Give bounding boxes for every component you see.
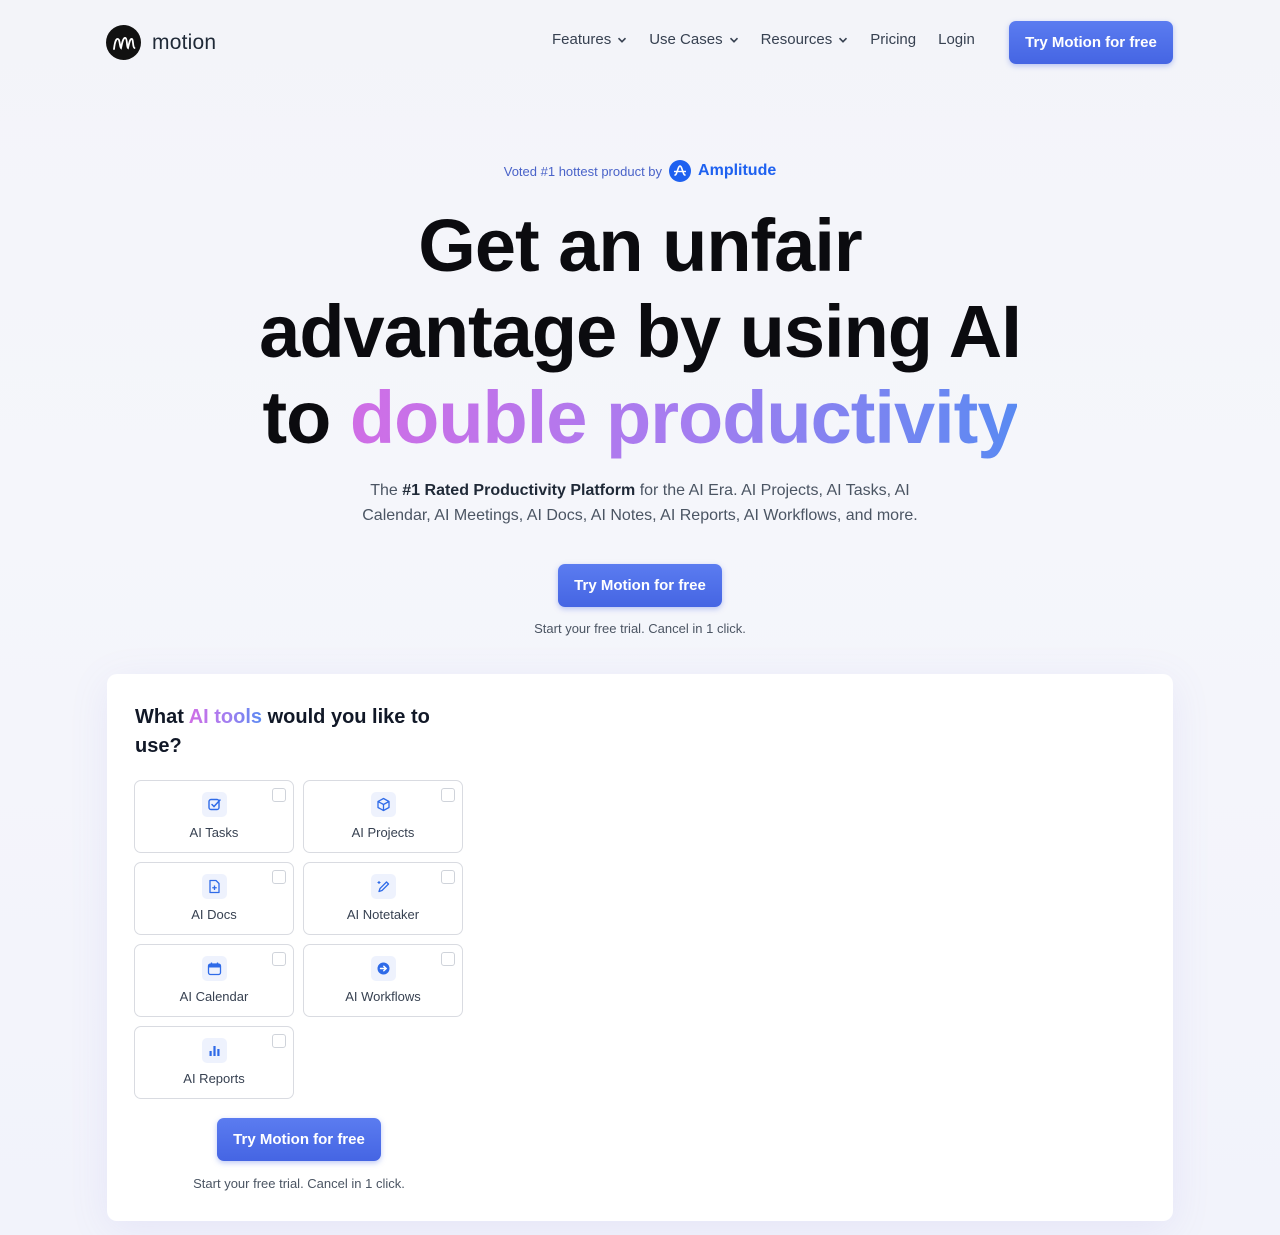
arrow-circle-icon: [371, 956, 396, 981]
tool-option-ai-notetaker[interactable]: AI Notetaker: [303, 862, 463, 935]
chevron-down-icon: [839, 37, 848, 43]
sub-bold: #1 Rated Productivity Platform: [402, 482, 636, 499]
picker-trial-note: Start your free trial. Cancel in 1 click…: [193, 1176, 405, 1191]
picker-title-prefix: What: [135, 706, 184, 728]
brand-logo[interactable]: motion: [106, 25, 216, 60]
nav-try-free-button[interactable]: Try Motion for free: [1009, 21, 1173, 64]
tool-checkbox[interactable]: [272, 1034, 286, 1048]
picker-title: What AI tools would you like to use?: [135, 703, 455, 761]
cube-icon: [371, 792, 396, 817]
sub-prefix: The: [370, 482, 398, 499]
nav-resources[interactable]: Resources: [761, 31, 849, 48]
tool-option-ai-docs[interactable]: AI Docs: [134, 862, 294, 935]
tool-option-ai-reports[interactable]: AI Reports: [134, 1026, 294, 1099]
headline-line-3-prefix: to: [262, 376, 332, 459]
nav-login-label: Login: [938, 31, 975, 48]
sub-rest-line-1: for the AI Era. AI Projects, AI Tasks, A…: [639, 482, 910, 499]
tool-checkbox[interactable]: [272, 870, 286, 884]
tool-option-ai-calendar[interactable]: AI Calendar: [134, 944, 294, 1017]
tool-checkbox[interactable]: [441, 870, 455, 884]
amplitude-brand: Amplitude: [698, 162, 777, 179]
nav-pricing[interactable]: Pricing: [870, 31, 916, 48]
tool-label: AI Workflows: [345, 989, 421, 1004]
nav-pricing-label: Pricing: [870, 31, 917, 48]
tool-option-ai-workflows[interactable]: AI Workflows: [303, 944, 463, 1017]
picker-try-free-button[interactable]: Try Motion for free: [217, 1118, 381, 1161]
tool-checkbox[interactable]: [272, 788, 286, 802]
hero-trial-note: Start your free trial. Cancel in 1 click…: [534, 621, 746, 636]
hero-headline: Get an unfair advantage by using AI to d…: [0, 203, 1280, 461]
sub-line-2: Calendar, AI Meetings, AI Docs, AI Notes…: [362, 507, 918, 524]
tool-label: AI Calendar: [179, 989, 249, 1004]
tool-checkbox[interactable]: [441, 788, 455, 802]
pen-sparkle-icon: [371, 874, 396, 899]
nav-login[interactable]: Login: [938, 31, 975, 48]
tool-option-ai-tasks[interactable]: AI Tasks: [134, 780, 294, 853]
bar-chart-icon: [202, 1038, 227, 1063]
chevron-down-icon: [618, 37, 627, 43]
calendar-icon: [202, 956, 227, 981]
chevron-down-icon: [729, 37, 738, 43]
amplitude-logo-icon: [669, 160, 692, 182]
tool-label: AI Docs: [191, 907, 237, 922]
tool-label: AI Reports: [183, 1071, 245, 1086]
tool-label: AI Projects: [351, 825, 415, 840]
picker-title-highlight: AI tools: [188, 706, 263, 728]
tool-label: AI Notetaker: [346, 907, 420, 922]
ai-tools-picker-card: What AI tools would you like to use? AI …: [107, 674, 1173, 1221]
checkbox-icon: [202, 792, 227, 817]
nav-resources-label: Resources: [760, 31, 833, 48]
headline-highlight: double productivity: [349, 376, 1019, 459]
nav-use-cases-label: Use Cases: [649, 31, 723, 48]
tool-checkbox[interactable]: [441, 952, 455, 966]
tool-option-ai-projects[interactable]: AI Projects: [303, 780, 463, 853]
nav-use-cases[interactable]: Use Cases: [649, 31, 738, 48]
headline-line-2: advantage by using AI: [259, 290, 1022, 373]
nav-features-label: Features: [552, 31, 612, 48]
top-nav: motion Features Use Cases Resources Pric…: [0, 0, 1280, 86]
hero-subtitle: The #1 Rated Productivity Platform for t…: [0, 478, 1280, 528]
nav-links: Features Use Cases Resources Pricing Log…: [552, 31, 997, 48]
badge-text: Voted #1 hottest product by: [503, 163, 663, 179]
nav-features[interactable]: Features: [552, 31, 627, 48]
headline-line-1: Get an unfair: [418, 204, 862, 287]
document-plus-icon: [202, 874, 227, 899]
voted-badge: Voted #1 hottest product by Amplitude: [0, 160, 1280, 182]
hero-try-free-button[interactable]: Try Motion for free: [558, 564, 722, 607]
motion-logo-icon: [106, 25, 141, 60]
tool-checkbox[interactable]: [272, 952, 286, 966]
brand-name: motion: [152, 30, 217, 54]
tool-label: AI Tasks: [189, 825, 239, 840]
